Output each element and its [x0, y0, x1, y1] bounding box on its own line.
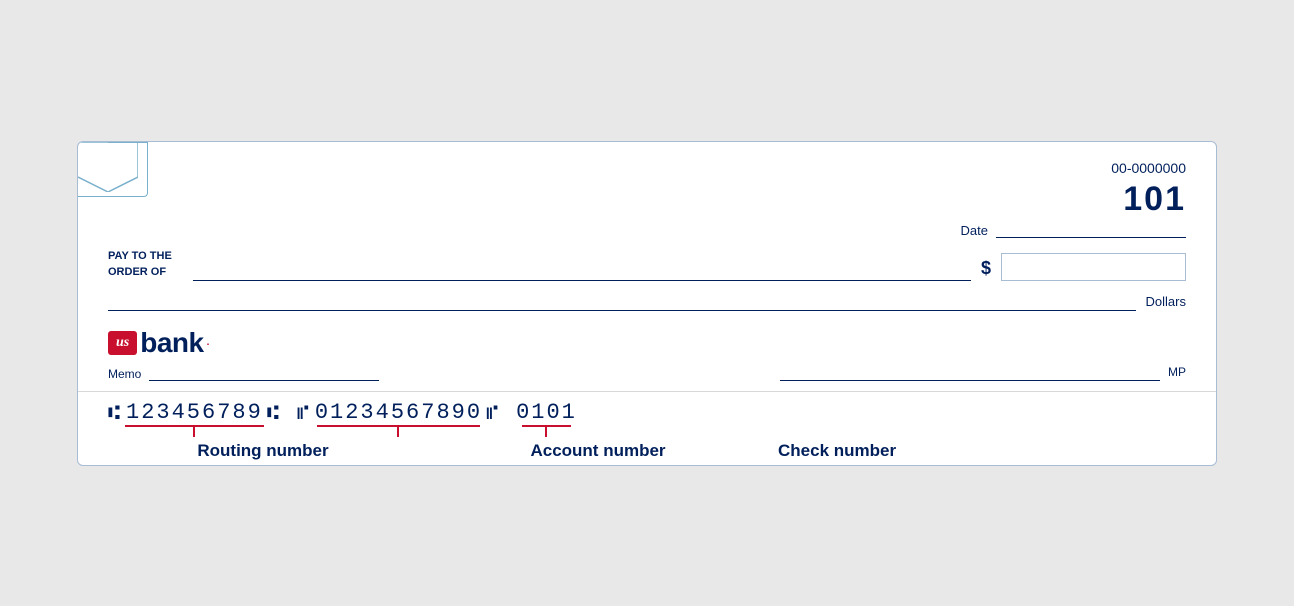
micr-section: ⑆ 123456789 ⑆ ⑈ 01234567890 ⑈ — [78, 391, 1216, 465]
payee-line — [193, 259, 971, 281]
written-amount-line — [108, 289, 1136, 311]
check-num-micr-digits: 0101 — [516, 400, 577, 425]
amount-box — [1001, 253, 1186, 281]
signature-line — [780, 363, 1160, 381]
bank-text: bank — [140, 327, 203, 359]
date-label: Date — [961, 223, 988, 238]
routing-label: Routing number — [108, 441, 418, 461]
check-number-label: Check number — [778, 441, 896, 461]
logo-dot: . — [207, 337, 210, 348]
account-label: Account number — [418, 441, 778, 461]
date-line — [996, 237, 1186, 238]
usbank-logo: us bank. — [108, 327, 1186, 359]
check-number: 101 — [1123, 180, 1186, 219]
bank-id: 00-0000000 — [1111, 160, 1186, 176]
routing-start-symbol: ⑆ — [108, 400, 122, 424]
routing-micr-group: ⑆ 123456789 ⑆ — [108, 400, 281, 437]
mp-label: MP — [1168, 365, 1186, 379]
stub-icon — [78, 142, 138, 192]
account-start-symbol: ⑈ — [297, 400, 311, 424]
pay-to-label: PAY TO THE ORDER OF — [108, 248, 183, 281]
account-micr-group: ⑈ 01234567890 ⑈ — [297, 400, 500, 437]
memo-label: Memo — [108, 367, 141, 381]
account-end-symbol: ⑈ — [486, 400, 500, 424]
routing-digits: 123456789 — [126, 400, 263, 425]
dollar-sign: $ — [981, 258, 991, 279]
dollars-label: Dollars — [1146, 294, 1186, 309]
check: 00-0000000 101 Date PAY TO THE ORDER OF … — [77, 141, 1217, 466]
account-digits: 01234567890 — [315, 400, 482, 425]
shield-logo: us — [108, 331, 137, 355]
check-micr-group: 0101 — [516, 400, 577, 437]
memo-line — [149, 363, 379, 381]
routing-end-symbol: ⑆ — [267, 400, 281, 424]
